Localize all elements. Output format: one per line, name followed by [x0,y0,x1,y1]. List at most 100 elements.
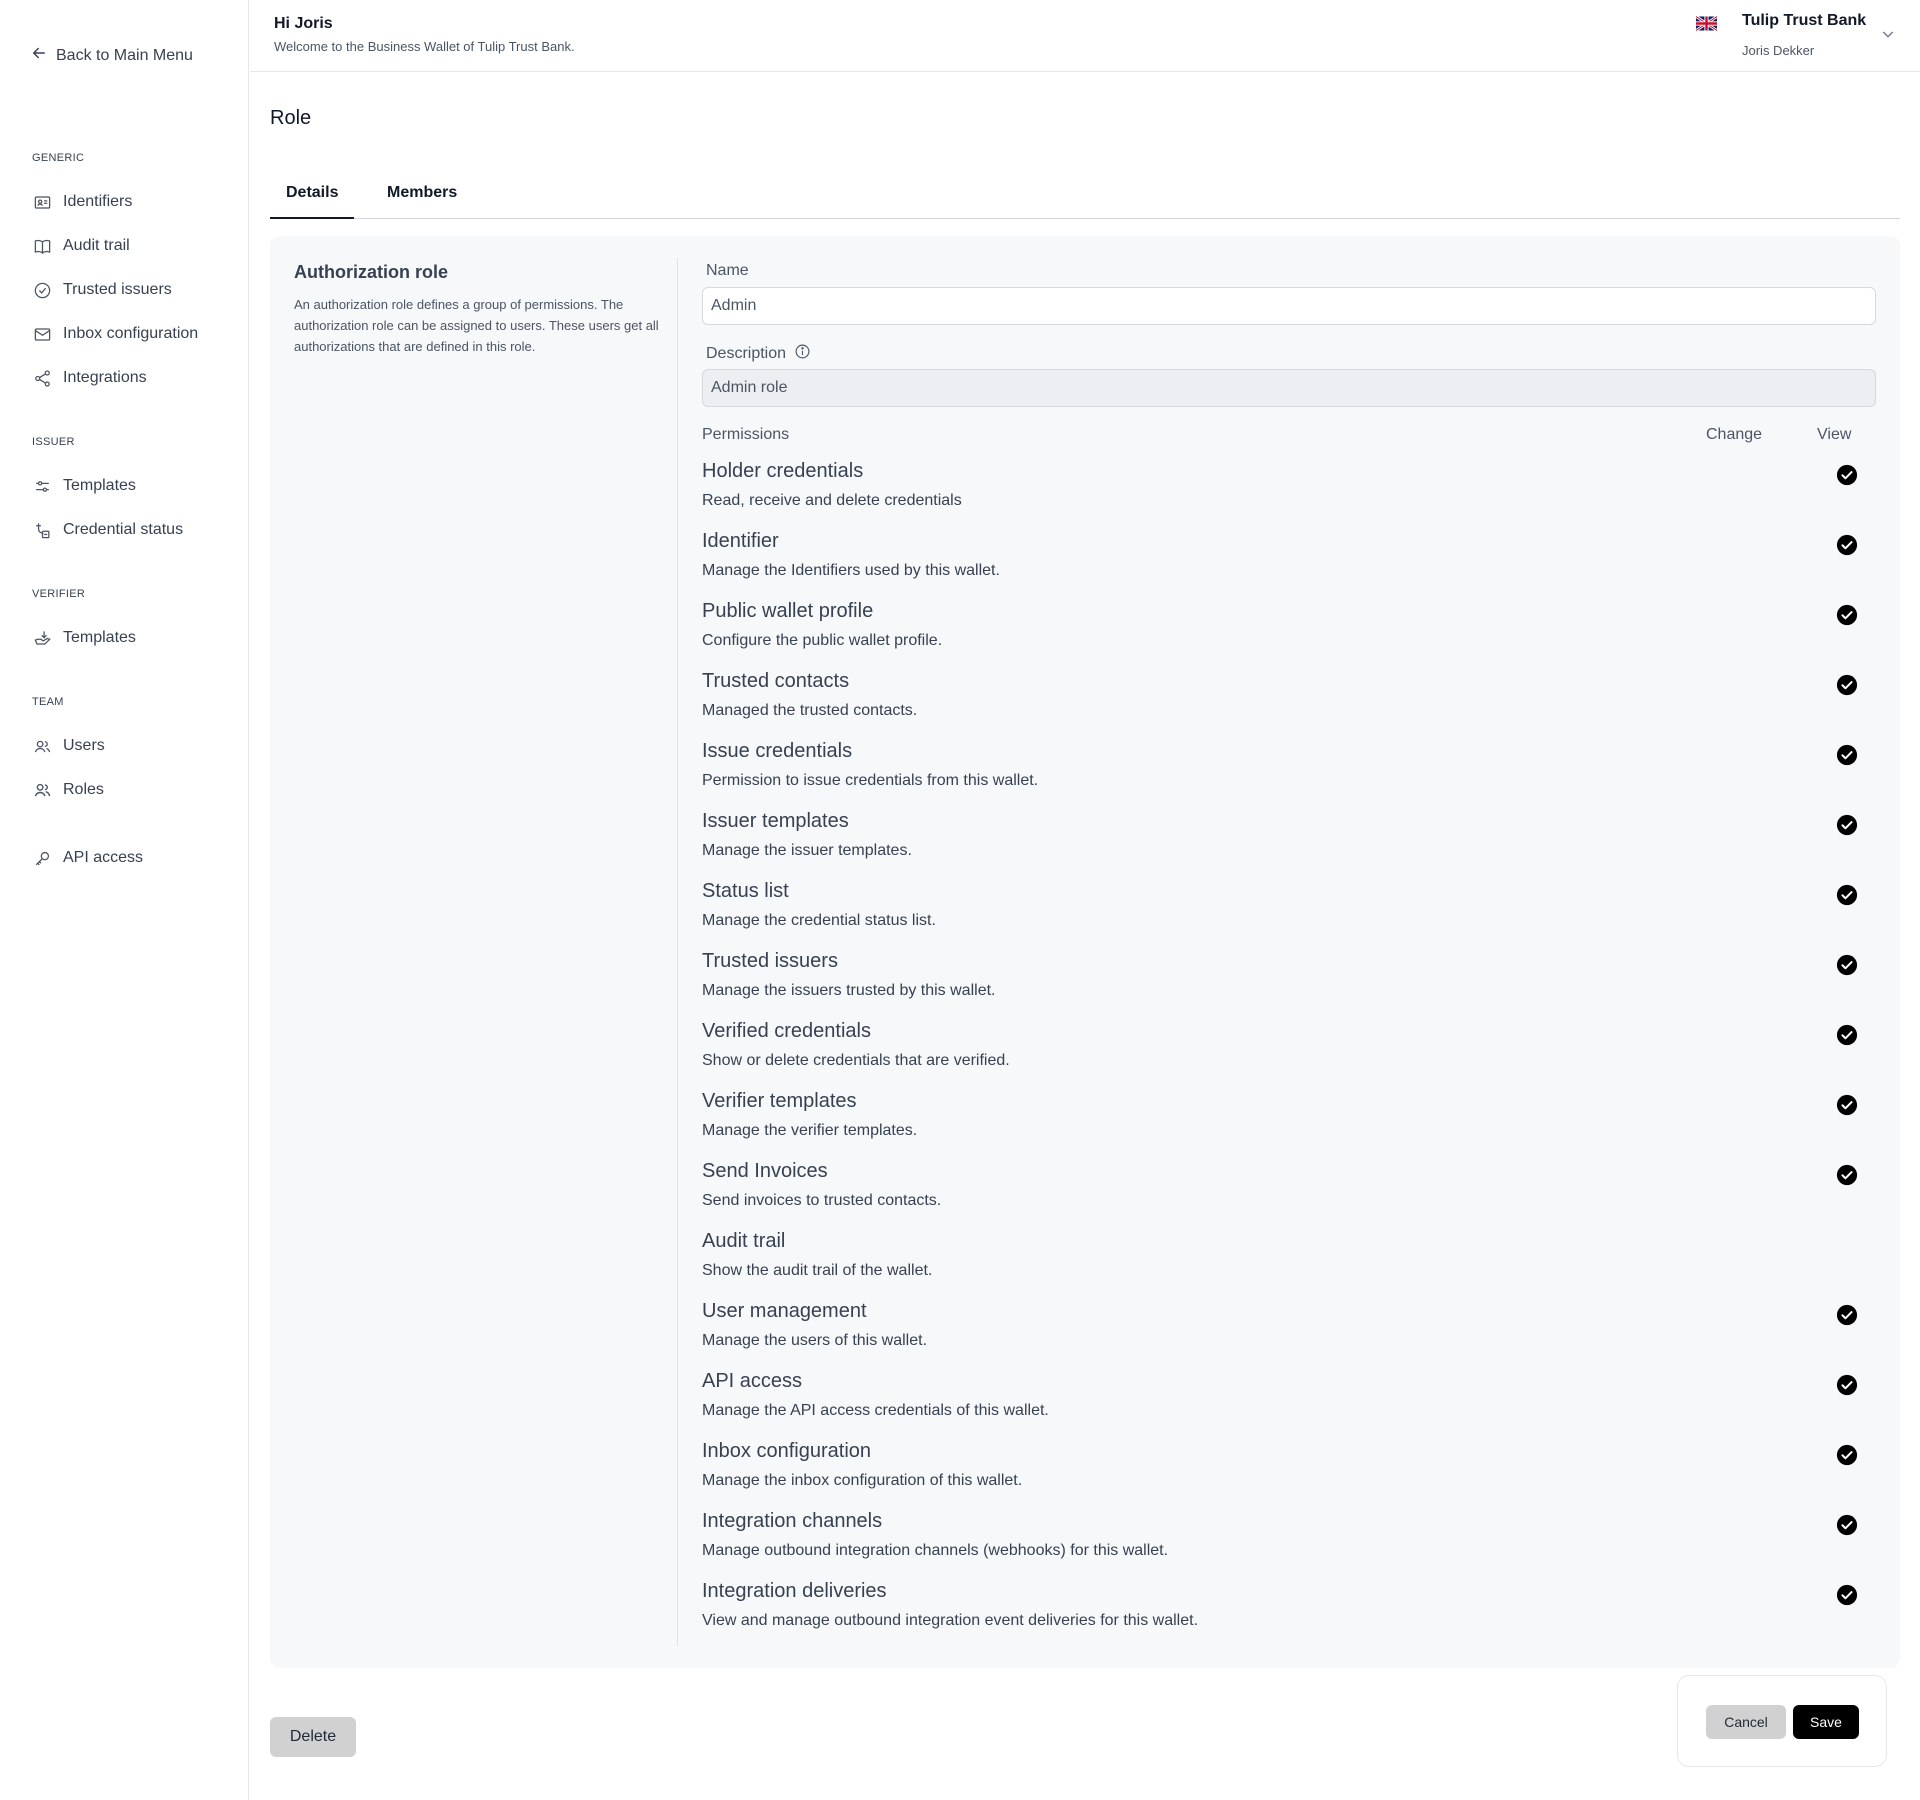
permission-description: Managed the trusted contacts. [702,702,918,719]
check-circle-icon [1836,1304,1858,1326]
check-circle-icon [1836,744,1858,766]
check-circle-icon [1836,1164,1858,1186]
change-checkbox[interactable] [1836,814,1858,836]
permission-description: Manage the API access credentials of thi… [702,1402,1049,1419]
sidebar-item-issuer-templates[interactable]: Templates [32,476,136,496]
change-checkbox[interactable] [1836,1584,1858,1606]
sidebar-item-label: Templates [63,477,136,494]
change-checkbox[interactable] [1836,884,1858,906]
check-circle-icon [1836,1024,1858,1046]
section-generic: GENERIC [32,152,85,164]
permission-row: Integration deliveries View and manage ou… [702,1580,1882,1650]
sidebar-item-trusted-issuers[interactable]: Trusted issuers [32,280,172,300]
sidebar: Back to Main Menu GENERIC Identifiers Au… [0,0,249,1800]
sidebar-item-roles[interactable]: Roles [32,780,104,800]
credential-status-icon [32,520,52,540]
change-checkbox[interactable] [1836,1164,1858,1186]
permission-description: View and manage outbound integration eve… [702,1612,1199,1629]
card-title: Authorization role [294,262,448,282]
back-to-main-menu-link[interactable]: Back to Main Menu [30,44,193,67]
save-button[interactable]: Save [1793,1705,1859,1739]
change-checkbox[interactable] [1836,604,1858,626]
sidebar-item-inbox-configuration[interactable]: Inbox configuration [32,324,198,344]
permissions-header: Permissions [702,426,790,443]
key-icon [32,848,52,868]
change-checkbox[interactable] [1836,534,1858,556]
permission-description: Manage the users of this wallet. [702,1332,928,1349]
top-header: Hi Joris Welcome to the Business Wallet … [250,0,1920,72]
organization-name[interactable]: Tulip Trust Bank [1742,12,1866,30]
inbox-download-icon [32,628,52,648]
change-checkbox[interactable] [1836,744,1858,766]
change-checkbox[interactable] [1836,1374,1858,1396]
sidebar-item-api-access[interactable]: API access [32,848,143,868]
permission-name: Issue credentials [702,740,853,762]
form-action-bar: Cancel Save [1677,1675,1887,1767]
tab-members[interactable]: Members [371,176,473,219]
delete-button[interactable]: Delete [270,1717,356,1757]
user-name: Joris Dekker [1742,43,1815,58]
user-group-icon [32,780,52,800]
permission-row: Verified credentials Show or delete crede… [702,1020,1882,1090]
permission-row: Identifier Manage the Identifiers used by… [702,530,1882,600]
permission-row: Trusted contacts Managed the trusted cont… [702,670,1882,740]
sidebar-item-identifiers[interactable]: Identifiers [32,192,132,212]
cancel-button[interactable]: Cancel [1706,1705,1786,1739]
sidebar-item-label: API access [63,849,144,866]
section-team: TEAM [32,696,64,708]
arrow-left-icon [30,44,48,67]
change-checkbox[interactable] [1836,1444,1858,1466]
sidebar-item-credential-status[interactable]: Credential status [32,520,183,540]
permission-description: Manage the Identifiers used by this wall… [702,562,1000,579]
tab-bar: Details Members [270,176,1900,219]
users-icon [32,736,52,756]
vertical-divider [677,258,678,1646]
permission-row: Verifier templates Manage the verifier te… [702,1090,1882,1160]
sidebar-item-label: Templates [63,629,136,646]
description-label: Description [706,343,811,365]
check-circle-icon [1836,1514,1858,1536]
change-checkbox[interactable] [1836,674,1858,696]
sidebar-item-label: Trusted issuers [63,281,172,298]
sidebar-item-audit-trail[interactable]: Audit trail [32,236,130,256]
change-checkbox[interactable] [1836,1514,1858,1536]
change-checkbox[interactable] [1836,1094,1858,1116]
permission-row: Trusted issuers Manage the issuers truste… [702,950,1882,1020]
chevron-down-icon[interactable] [1880,26,1896,42]
name-input[interactable] [702,287,1876,325]
sidebar-item-users[interactable]: Users [32,736,105,756]
sidebar-item-label: Credential status [63,521,184,538]
check-circle-icon [1836,954,1858,976]
name-label: Name [706,262,749,280]
permission-description: Manage the verifier templates. [702,1122,918,1139]
book-open-icon [32,236,52,256]
permission-row: Holder credentials Read, receive and dele… [702,460,1882,530]
sidebar-item-label: Users [63,737,105,754]
permission-row: Issue credentials Permission to issue cre… [702,740,1882,810]
description-input[interactable] [702,369,1876,407]
permission-name: Holder credentials [702,460,864,482]
check-circle-icon [1836,884,1858,906]
permission-description: Manage the credential status list. [702,912,936,929]
permission-name: Identifier [702,530,779,552]
role-details-card: Authorization role An authorization role… [270,236,1900,1668]
change-checkbox[interactable] [1836,1304,1858,1326]
permission-row: Send Invoices Send invoices to trusted co… [702,1160,1882,1230]
check-circle-icon [1836,674,1858,696]
info-icon[interactable] [794,343,811,365]
view-column-header: View [1817,426,1852,443]
permission-description: Permission to issue credentials from thi… [702,772,1039,789]
permission-row: API access Manage the API access credenti… [702,1370,1882,1440]
section-verifier: VERIFIER [32,588,86,600]
permission-name: API access [702,1370,803,1392]
sidebar-item-verifier-templates[interactable]: Templates [32,628,136,648]
check-circle-icon [1836,814,1858,836]
change-checkbox[interactable] [1836,464,1858,486]
permission-name: Status list [702,880,789,902]
tab-details[interactable]: Details [270,176,355,219]
sidebar-item-integrations[interactable]: Integrations [32,368,147,388]
permission-name: Issuer templates [702,810,849,832]
uk-flag-icon[interactable] [1695,15,1718,32]
change-checkbox[interactable] [1836,954,1858,976]
change-checkbox[interactable] [1836,1024,1858,1046]
